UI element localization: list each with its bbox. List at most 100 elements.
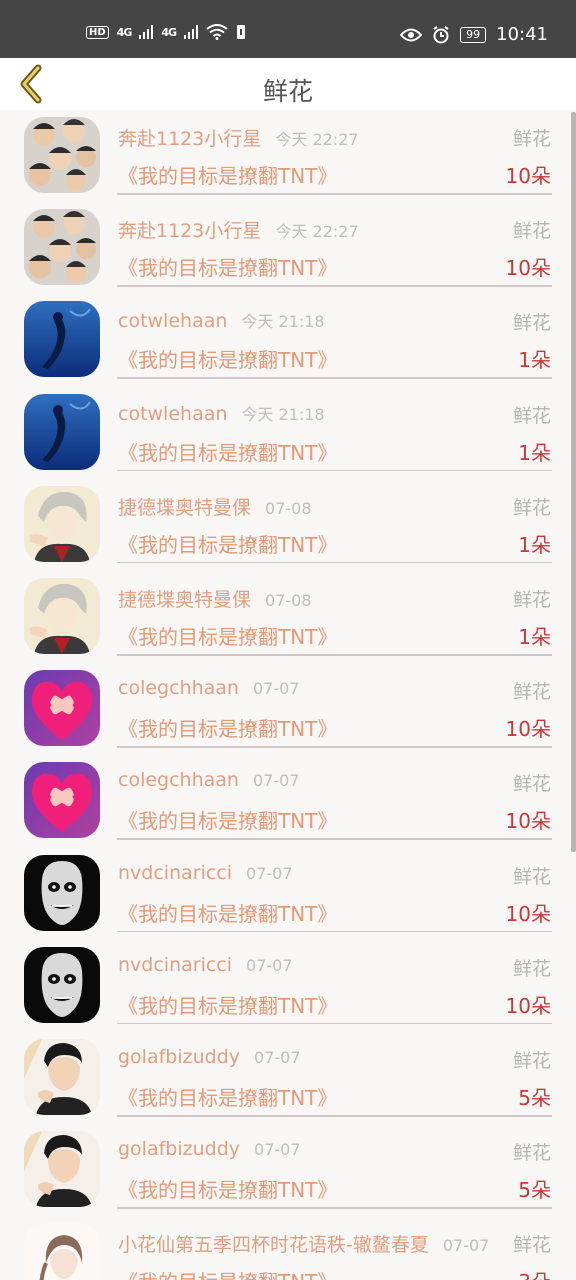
flower-count: 10朵 [505, 809, 551, 834]
flower-count: 1朵 [518, 348, 551, 373]
list-item[interactable]: 小花仙第五季四杯时花语秩-辙鳌春夏 07-07 鲜花《我的目标是撩翻TNT》 3朵 [0, 1216, 576, 1280]
timestamp: 今天 22:27 [275, 222, 359, 242]
avatar[interactable] [24, 117, 100, 193]
avatar[interactable] [24, 209, 100, 286]
user-name-text: nvdcinaricci [118, 953, 233, 976]
flower-count: 10朵 [505, 993, 551, 1018]
list-item[interactable]: golafbizuddy 07-07 鲜花《我的目标是撩翻TNT》 5朵 [0, 1032, 576, 1124]
user-name-text: cotwlehaan [118, 402, 228, 425]
gift-type: 鲜花 [512, 1142, 551, 1165]
sim-icon [237, 25, 246, 39]
user-name[interactable]: 小花仙第五季四杯时花语秩-辙鳌春夏 07-07 [118, 1230, 489, 1257]
flower-count: 10朵 [505, 901, 551, 926]
book-title[interactable]: 《我的目标是撩翻TNT》 [118, 529, 337, 558]
user-name[interactable]: golafbizuddy 07-07 [118, 1138, 301, 1160]
timestamp: 07-07 [254, 1140, 301, 1160]
gift-type: 鲜花 [512, 589, 551, 611]
scrollbar[interactable] [571, 112, 576, 852]
status-right: 99 10:41 [400, 24, 548, 45]
wifi-icon [206, 24, 228, 40]
timestamp: 今天 21:18 [241, 404, 325, 424]
list-item[interactable]: 奔赴1123小行星 今天 22:27 鲜花 《我的目标是撩翻TNT》 10朵 [0, 202, 576, 294]
timestamp: 07-08 [265, 591, 312, 610]
book-title[interactable]: 《我的目标是撩翻TNT》 [118, 621, 337, 650]
user-name[interactable]: nvdcinaricci 07-07 [118, 862, 293, 884]
avatar[interactable] [24, 1039, 100, 1115]
avatar[interactable] [24, 1223, 100, 1280]
list-item[interactable]: colegchhaan 07-07 鲜花 《我的目标是撩翻TNT》 10朵 [0, 755, 576, 847]
list-item[interactable]: nvdcinaricci 07-07 鲜花 《我的目标是撩翻TNT》 10朵 [0, 848, 576, 940]
list-item[interactable]: cotwlehaan 今天 21:18 鲜花《我的目标是撩翻TNT》 1朵 [0, 387, 576, 479]
book-title[interactable]: 《我的目标是撩翻TNT》 [118, 713, 337, 742]
battery-icon: 99 [460, 26, 487, 43]
user-name[interactable]: 捷德堞奥特曼倮 07-08 [118, 585, 312, 612]
book-title[interactable]: 《我的目标是撩翻TNT》 [118, 160, 337, 189]
alarm-icon [433, 25, 449, 43]
user-name[interactable]: colegchhaan 07-07 [118, 677, 299, 699]
user-name[interactable]: golafbizuddy 07-07 [118, 1046, 301, 1068]
book-title[interactable]: 《我的目标是撩翻TNT》 [118, 1082, 337, 1111]
gift-type: 鲜花 [512, 681, 551, 704]
book-title[interactable]: 《我的目标是撩翻TNT》 [118, 990, 337, 1019]
user-name-text: 捷德堞奥特曼倮 [118, 496, 252, 519]
list-item[interactable]: 奔赴1123小行星 今天 22:27 鲜花 《我的目标是撩翻TNT》 10朵 [0, 110, 576, 202]
list-item[interactable]: cotwlehaan 今天 21:18 鲜花《我的目标是撩翻TNT》 1朵 [0, 294, 576, 386]
timestamp: 07-07 [252, 771, 300, 791]
user-name-text: golafbizuddy [118, 1046, 241, 1068]
user-name-text: colegchhaan [118, 677, 239, 700]
user-name[interactable]: cotwlehaan 今天 21:18 [118, 308, 325, 332]
status-bar: HD 4G 4G 99 10:41 [0, 0, 576, 58]
gift-type: 鲜花 [512, 1234, 551, 1257]
book-title[interactable]: 《我的目标是撩翻TNT》 [118, 344, 337, 373]
avatar[interactable] [24, 946, 100, 1023]
divider [117, 1022, 552, 1025]
flower-count: 1朵 [518, 440, 551, 465]
book-title[interactable]: 《我的目标是撩翻TNT》 [118, 252, 337, 281]
flower-count: 5朵 [518, 1086, 551, 1110]
signal-label-2: 4G [161, 25, 177, 39]
gift-type: 鲜花 [512, 496, 551, 519]
divider [117, 377, 552, 379]
avatar[interactable] [24, 670, 100, 747]
list-item[interactable]: 捷德堞奥特曼倮 07-08 鲜花 《我的目标是撩翻TNT》 1朵 [0, 571, 576, 663]
user-name[interactable]: cotwlehaan 今天 21:18 [118, 401, 325, 425]
divider [117, 654, 552, 656]
divider [117, 1207, 552, 1209]
user-name[interactable]: nvdcinaricci 07-07 [118, 954, 293, 976]
user-name[interactable]: colegchhaan 07-07 [118, 769, 299, 791]
book-title[interactable]: 《我的目标是撩翻TNT》 [118, 805, 337, 834]
book-title[interactable]: 《我的目标是撩翻TNT》 [118, 898, 337, 927]
user-name[interactable]: 奔赴1123小行星 今天 22:27 [118, 216, 359, 243]
flower-list: 奔赴1123小行星 今天 22:27 鲜花 《我的目标是撩翻TNT》 10朵 奔赴1123… [0, 110, 576, 1280]
book-title[interactable]: 《我的目标是撩翻TNT》 [118, 1174, 337, 1203]
gift-type: 鲜花 [512, 312, 551, 335]
hd-badge: HD [86, 25, 109, 39]
gift-type: 鲜花 [512, 1050, 551, 1072]
timestamp: 今天 21:18 [241, 312, 325, 332]
user-name-text: 奔赴1123小行星 [118, 128, 262, 150]
divider [117, 746, 552, 748]
list-item[interactable]: nvdcinaricci 07-07 鲜花《我的目标是撩翻TNT》 10朵 [0, 940, 576, 1032]
avatar[interactable] [24, 485, 100, 562]
avatar[interactable] [24, 393, 100, 470]
timestamp: 07-07 [442, 1236, 490, 1256]
user-name[interactable]: 捷德堞奥特曼倮 07-08 [118, 493, 312, 520]
user-name-text: cotwlehaan [118, 310, 228, 333]
avatar[interactable] [24, 1131, 100, 1208]
header: 鲜花 [0, 58, 576, 110]
book-title[interactable]: 《我的目标是撩翻TNT》 [118, 437, 337, 466]
avatar[interactable] [24, 854, 100, 931]
list-item[interactable]: golafbizuddy 07-07 鲜花 《我的目标是撩翻TNT》 5朵 [0, 1124, 576, 1216]
avatar[interactable] [24, 762, 100, 839]
user-name-text: 小花仙第五季四杯时花语秩-辙鳌春夏 [118, 1234, 429, 1257]
clock: 10:41 [496, 24, 548, 45]
avatar[interactable] [24, 578, 100, 654]
avatar[interactable] [24, 301, 100, 378]
gift-type: 鲜花 [512, 404, 551, 427]
user-name[interactable]: 奔赴1123小行星 今天 22:27 [118, 124, 359, 151]
book-title[interactable]: 《我的目标是撩翻TNT》 [118, 1266, 337, 1280]
gift-type: 鲜花 [512, 957, 551, 980]
list-item[interactable]: colegchhaan 07-07 鲜花 《我的目标是撩翻TNT》 10朵 [0, 663, 576, 755]
divider [117, 469, 552, 472]
list-item[interactable]: 捷德堞奥特曼倮 07-08 鲜花 《我的目标是撩翻TNT》 1朵 [0, 479, 576, 571]
